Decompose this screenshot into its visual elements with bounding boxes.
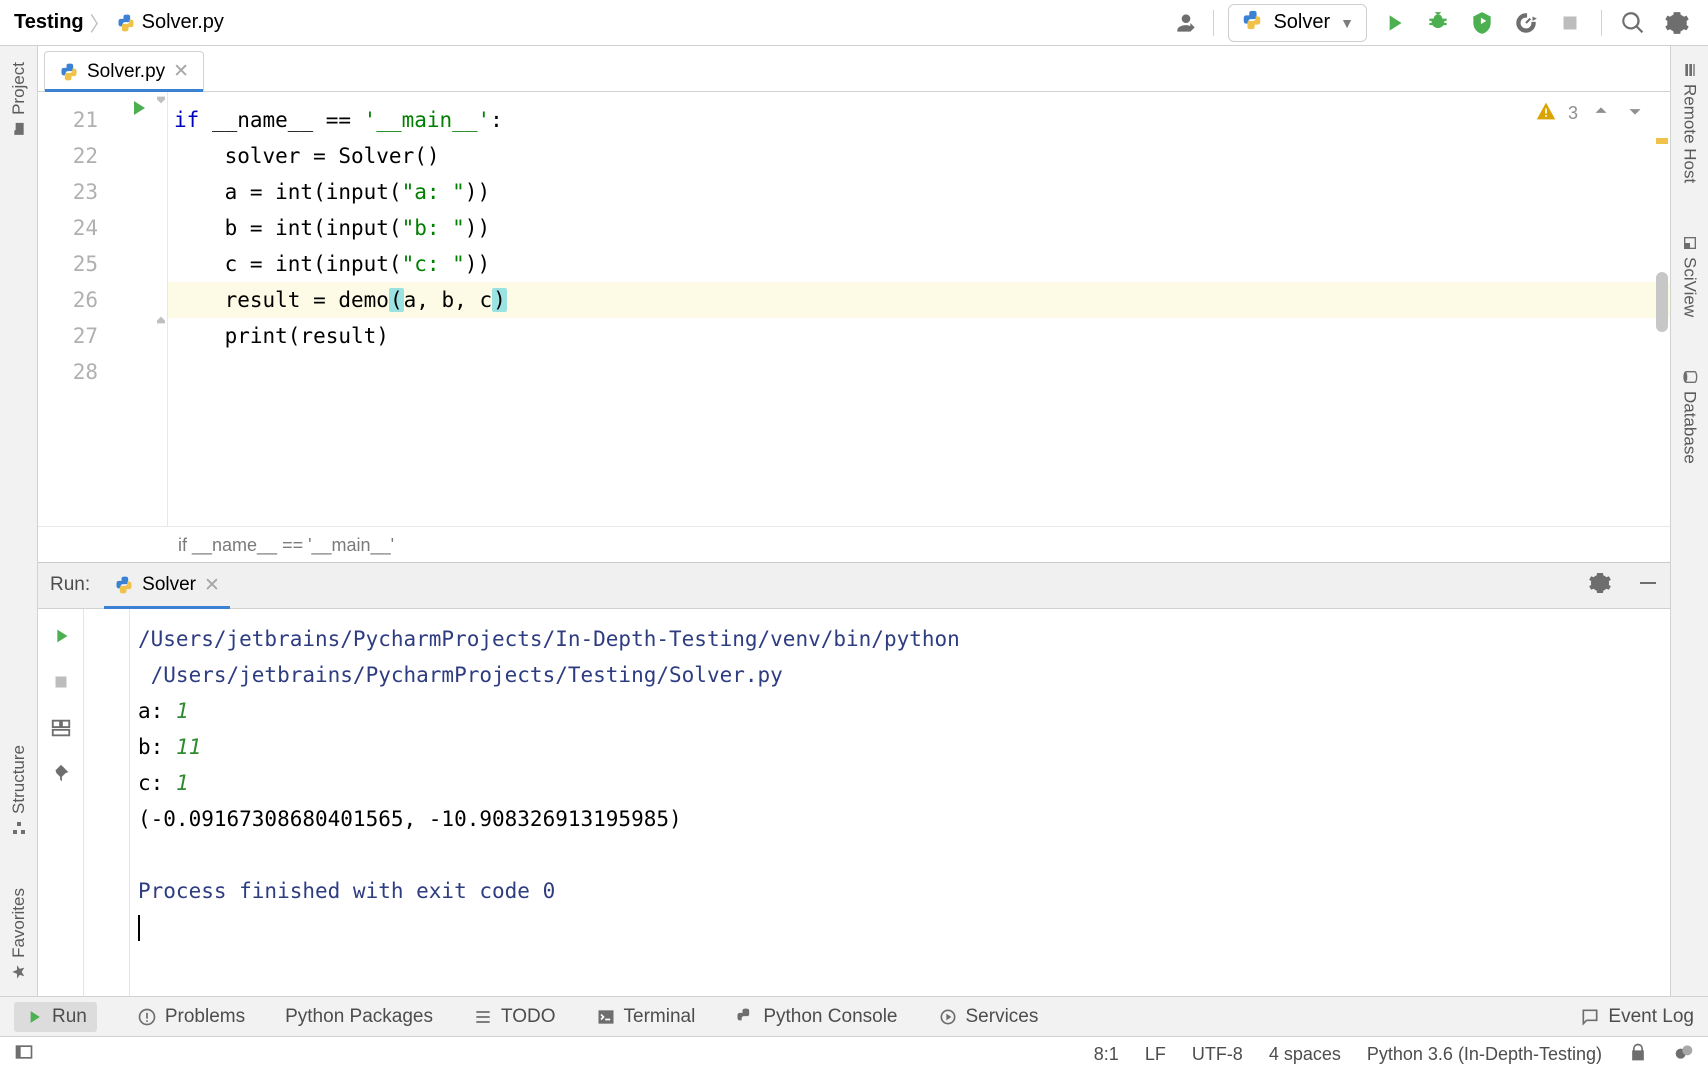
run-tab-solver[interactable]: Solver ✕: [104, 563, 230, 608]
warning-icon: [1536, 101, 1556, 126]
breadcrumb-project[interactable]: Testing: [14, 11, 84, 34]
toolwindow-problems-tab[interactable]: Problems: [137, 1006, 245, 1028]
toolwindow-structure-tab[interactable]: Structure: [7, 739, 31, 842]
run-toolbar-left: [38, 609, 84, 997]
hide-tool-window-icon[interactable]: [1636, 571, 1660, 600]
toolwindow-packages-tab[interactable]: Python Packages: [285, 1006, 433, 1028]
fold-icon[interactable]: [153, 94, 169, 115]
prev-highlight-icon[interactable]: [1590, 100, 1612, 127]
python-interpreter[interactable]: Python 3.6 (In-Depth-Testing): [1367, 1044, 1602, 1065]
run-settings-icon[interactable]: [1588, 571, 1612, 600]
editor-context-breadcrumb[interactable]: if __name__ == '__main__': [38, 526, 1670, 562]
toolwindows-quick-access-icon[interactable]: [14, 1042, 34, 1067]
fold-end-icon[interactable]: [153, 310, 169, 331]
toolwindow-project-tab[interactable]: Project: [7, 56, 31, 143]
chevron-right-icon: 〉: [90, 8, 110, 37]
toolwindow-remotehost-tab[interactable]: Remote Host: [1678, 56, 1702, 189]
run-label: Run:: [50, 574, 90, 596]
status-bar: 8:1 LF UTF-8 4 spaces Python 3.6 (In-Dep…: [0, 1036, 1708, 1072]
layout-button[interactable]: [46, 713, 76, 743]
python-file-icon: [59, 62, 79, 82]
python-file-icon: [116, 13, 136, 33]
inspection-count: 3: [1568, 103, 1578, 124]
database-icon: [1682, 369, 1698, 385]
ide-errors-icon[interactable]: [1674, 1042, 1694, 1067]
run-configuration-selector[interactable]: Solver ▼: [1228, 4, 1367, 42]
breadcrumb-file[interactable]: Solver.py: [142, 11, 224, 34]
chevron-down-icon: ▼: [1340, 15, 1354, 31]
next-highlight-icon[interactable]: [1624, 100, 1646, 127]
python-icon: [114, 575, 134, 595]
folder-icon: [11, 121, 27, 137]
left-tool-stripe: Project Structure Favorites: [0, 46, 38, 996]
search-everywhere-button[interactable]: [1616, 6, 1650, 40]
line-separator[interactable]: LF: [1145, 1044, 1166, 1065]
caret-position[interactable]: 8:1: [1094, 1044, 1119, 1065]
inspection-indicator[interactable]: 3: [1536, 100, 1646, 127]
remote-icon: [1682, 62, 1698, 78]
debug-button[interactable]: [1421, 6, 1455, 40]
close-icon[interactable]: ✕: [204, 574, 220, 597]
read-only-toggle-icon[interactable]: [1628, 1042, 1648, 1067]
rerun-button[interactable]: [46, 621, 76, 651]
navigation-bar: Testing 〉 Solver.py Solver ▼: [0, 0, 1708, 46]
toolwindow-sciview-tab[interactable]: SciView: [1678, 229, 1702, 323]
close-icon[interactable]: ✕: [173, 60, 189, 83]
editor-tab-solver[interactable]: Solver.py ✕: [44, 51, 204, 91]
toolwindow-run-tab[interactable]: Run: [14, 1002, 97, 1032]
toolwindow-todo-tab[interactable]: TODO: [473, 1006, 556, 1028]
run-configuration-name: Solver: [1273, 11, 1330, 34]
toolwindow-terminal-tab[interactable]: Terminal: [596, 1006, 696, 1028]
gutter-run-icon[interactable]: [126, 96, 150, 125]
indent-settings[interactable]: 4 spaces: [1269, 1044, 1341, 1065]
code-editor[interactable]: 2122232425262728 if __name__ == '__main_…: [38, 92, 1670, 526]
editor-tab-label: Solver.py: [87, 61, 165, 83]
file-encoding[interactable]: UTF-8: [1192, 1044, 1243, 1065]
stop-button[interactable]: [46, 667, 76, 697]
editor-scrollbar[interactable]: [1654, 92, 1668, 526]
stop-button[interactable]: [1553, 6, 1587, 40]
right-tool-stripe: Remote Host SciView Database: [1670, 46, 1708, 996]
editor-tabs: Solver.py ✕: [38, 46, 1670, 92]
profile-button[interactable]: [1509, 6, 1543, 40]
breadcrumb[interactable]: Testing 〉 Solver.py: [14, 8, 224, 37]
editor-gutter[interactable]: 2122232425262728: [38, 92, 168, 526]
toolwindow-database-tab[interactable]: Database: [1678, 363, 1702, 470]
run-toolbar-right: [84, 609, 130, 997]
bottom-tool-stripe: Run Problems Python Packages TODO Termin…: [0, 996, 1708, 1036]
settings-button[interactable]: [1660, 6, 1694, 40]
toolwindow-eventlog-tab[interactable]: Event Log: [1580, 1006, 1694, 1028]
run-console-output[interactable]: /Users/jetbrains/PycharmProjects/In-Dept…: [130, 609, 1670, 997]
pin-tab-button[interactable]: [46, 759, 76, 789]
toolwindow-favorites-tab[interactable]: Favorites: [7, 882, 31, 986]
star-icon: [11, 964, 27, 980]
python-icon: [1241, 9, 1263, 37]
run-with-coverage-button[interactable]: [1465, 6, 1499, 40]
toolwindow-services-tab[interactable]: Services: [938, 1006, 1039, 1028]
sciview-icon: [1682, 235, 1698, 251]
run-tool-window: Run: Solver ✕: [38, 562, 1670, 997]
toolwindow-python-console-tab[interactable]: Python Console: [735, 1006, 897, 1028]
run-button[interactable]: [1377, 6, 1411, 40]
code-with-me-icon[interactable]: [1173, 10, 1199, 36]
structure-icon: [11, 820, 27, 836]
